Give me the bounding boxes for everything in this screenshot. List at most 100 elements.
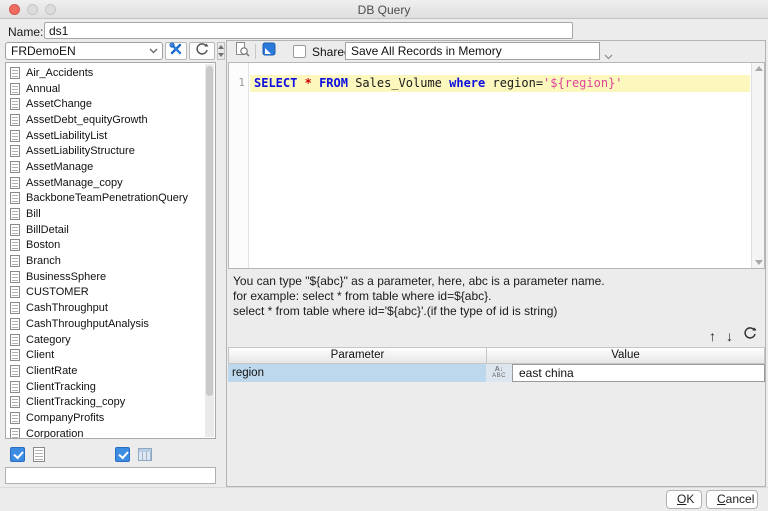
table-list-item[interactable]: Bill bbox=[6, 206, 215, 222]
preview-data-icon bbox=[234, 41, 250, 62]
line-number: 1 bbox=[238, 76, 245, 89]
table-list-item[interactable]: CashThroughput bbox=[6, 300, 215, 316]
table-name: AssetLiabilityStructure bbox=[26, 145, 135, 158]
refresh-connection-button[interactable] bbox=[189, 42, 215, 60]
views-filter-checkbox[interactable] bbox=[115, 446, 130, 462]
tiny-down-icon bbox=[218, 53, 224, 57]
table-icon bbox=[10, 411, 20, 424]
table-name: Annual bbox=[26, 82, 61, 95]
move-down-icon[interactable]: ↓ bbox=[726, 329, 733, 343]
table-list-item[interactable]: Air_Accidents bbox=[6, 65, 215, 81]
preview-data-button[interactable] bbox=[232, 41, 252, 62]
splitter-spinner[interactable] bbox=[217, 42, 225, 60]
sql-token-kw: SELECT bbox=[254, 76, 298, 90]
table-name: BillDetail bbox=[26, 223, 69, 236]
table-list-item[interactable]: Client bbox=[6, 347, 215, 363]
sql-token-plain: region= bbox=[485, 76, 544, 90]
table-icon bbox=[10, 270, 20, 283]
table-list-item[interactable]: BackboneTeamPenetrationQuery bbox=[6, 191, 215, 207]
sql-token-kw: FROM bbox=[319, 76, 348, 90]
table-icon bbox=[10, 98, 20, 111]
parameter-table: Parameter Value region A↓ ABC east china bbox=[228, 347, 765, 382]
dataset-name-input[interactable] bbox=[44, 22, 573, 39]
table-list-item[interactable]: Boston bbox=[6, 238, 215, 254]
table-list-item[interactable]: Corporation bbox=[6, 426, 215, 439]
chevron-down-icon bbox=[149, 48, 158, 54]
storage-mode-value: Save All Records in Memory bbox=[351, 44, 502, 58]
table-list-item[interactable]: Annual bbox=[6, 81, 215, 97]
table-list-item[interactable]: ClientTracking bbox=[6, 379, 215, 395]
table-list-item[interactable]: AssetChange bbox=[6, 96, 215, 112]
storage-mode-select[interactable]: Save All Records in Memory bbox=[345, 42, 600, 60]
table-list-item[interactable]: ClientTracking_copy bbox=[6, 394, 215, 410]
value-column-header: Value bbox=[611, 349, 640, 361]
table-list-item[interactable]: CashThroughputAnalysis bbox=[6, 316, 215, 332]
table-icon bbox=[10, 333, 20, 346]
table-list-item[interactable]: AssetLiabilityStructure bbox=[6, 143, 215, 159]
parameter-type-cell[interactable]: A↓ ABC bbox=[486, 364, 512, 382]
parameter-help-text: You can type "${abc}" as a parameter, he… bbox=[233, 274, 605, 319]
table-list-item[interactable]: ClientRate bbox=[6, 363, 215, 379]
table-list-item[interactable]: AssetManage bbox=[6, 159, 215, 175]
connection-select[interactable]: FRDemoEN bbox=[5, 42, 163, 60]
table-doc-icon bbox=[33, 446, 45, 462]
table-name: CashThroughputAnalysis bbox=[26, 317, 149, 330]
table-list-item[interactable]: BillDetail bbox=[6, 222, 215, 238]
edit-query-button[interactable] bbox=[259, 42, 279, 60]
table-name: Corporation bbox=[26, 427, 84, 439]
sql-token-plain: Sales_Volume bbox=[347, 76, 450, 90]
table-name: AssetLiabilityList bbox=[26, 129, 108, 142]
shared-dataset-checkbox[interactable] bbox=[293, 45, 306, 58]
table-icon bbox=[10, 176, 20, 189]
table-icon bbox=[10, 82, 20, 95]
tiny-up-icon bbox=[218, 45, 224, 49]
table-name: BackboneTeamPenetrationQuery bbox=[26, 192, 189, 205]
sql-current-line[interactable]: SELECT * FROM Sales_Volume where region=… bbox=[250, 75, 750, 92]
table-icon bbox=[10, 255, 20, 268]
refresh-parameters-icon[interactable] bbox=[743, 326, 757, 345]
help-line-3: select * from table where id='${abc}'.(i… bbox=[233, 304, 558, 318]
table-list-item[interactable]: Category bbox=[6, 332, 215, 348]
table-list-item[interactable]: CompanyProfits bbox=[6, 410, 215, 426]
connection-settings-button[interactable] bbox=[165, 41, 187, 61]
query-panel: Shared data set Save All Records in Memo… bbox=[226, 40, 766, 487]
parameter-name-cell[interactable]: region bbox=[228, 364, 486, 382]
scrollbar-thumb[interactable] bbox=[206, 66, 213, 396]
table-name: Category bbox=[26, 333, 71, 346]
table-name: ClientTracking bbox=[26, 380, 96, 393]
move-up-icon[interactable]: ↑ bbox=[709, 329, 716, 343]
table-name: Branch bbox=[26, 255, 61, 268]
table-icon bbox=[10, 160, 20, 173]
table-icon bbox=[10, 129, 20, 142]
editor-scrollbar[interactable] bbox=[751, 63, 764, 268]
table-list-item[interactable]: BusinessSphere bbox=[6, 269, 215, 285]
table-icon bbox=[10, 192, 20, 205]
ok-button[interactable]: OK bbox=[666, 490, 702, 509]
table-list-item[interactable]: Branch bbox=[6, 253, 215, 269]
help-line-2: for example: select * from table where i… bbox=[233, 289, 492, 303]
table-list-item[interactable]: AssetManage_copy bbox=[6, 175, 215, 191]
table-list-scrollbar[interactable] bbox=[205, 64, 214, 437]
table-list[interactable]: Air_Accidents Annual AssetChange AssetDebt_… bbox=[5, 62, 216, 439]
table-icon bbox=[10, 396, 20, 409]
scroll-down-icon[interactable] bbox=[755, 260, 763, 265]
table-name: ClientTracking_copy bbox=[26, 396, 126, 409]
table-icon bbox=[10, 349, 20, 362]
table-icon bbox=[10, 427, 20, 438]
table-list-item[interactable]: AssetDebt_equityGrowth bbox=[6, 112, 215, 128]
parameter-value-input[interactable]: east china bbox=[512, 364, 765, 382]
connection-value: FRDemoEN bbox=[11, 44, 76, 58]
table-search-input[interactable] bbox=[5, 467, 216, 484]
dialog-footer: OK Cancel bbox=[0, 487, 768, 511]
table-list-item[interactable]: AssetLiabilityList bbox=[6, 128, 215, 144]
wrench-icon bbox=[169, 41, 183, 61]
table-name: Bill bbox=[26, 208, 41, 221]
tables-filter-checkbox[interactable] bbox=[10, 446, 25, 462]
cancel-button[interactable]: Cancel bbox=[706, 490, 758, 509]
help-line-1: You can type "${abc}" as a parameter, he… bbox=[233, 274, 605, 288]
title-bar: DB Query bbox=[0, 0, 768, 19]
table-list-item[interactable]: CUSTOMER bbox=[6, 285, 215, 301]
scroll-up-icon[interactable] bbox=[755, 66, 763, 71]
sql-editor[interactable]: 1 SELECT * FROM Sales_Volume where regio… bbox=[228, 62, 765, 269]
table-name: AssetManage bbox=[26, 160, 94, 173]
